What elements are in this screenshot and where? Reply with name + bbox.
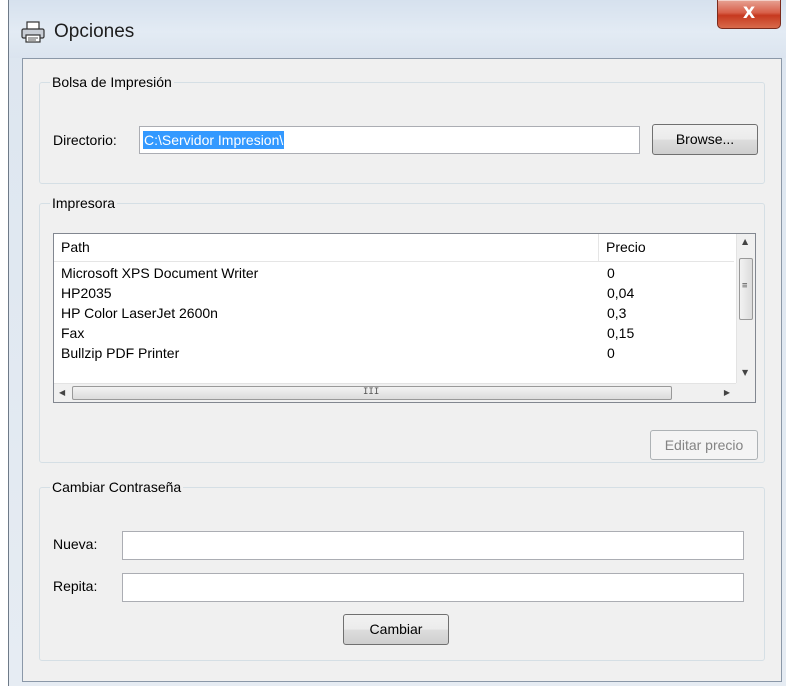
row-precio: 0 [607, 345, 615, 361]
row-precio: 0 [607, 265, 615, 281]
scroll-corner [736, 383, 755, 402]
password-legend: Cambiar Contraseña [52, 479, 182, 495]
cambiar-button-label: Cambiar [369, 621, 423, 637]
printer-icon [21, 21, 45, 43]
repita-password-field[interactable] [122, 573, 744, 602]
row-path: Bullzip PDF Printer [61, 345, 180, 361]
row-path: HP2035 [61, 285, 112, 301]
vertical-scrollbar[interactable]: ▲ ≡ ▼ [736, 234, 755, 384]
row-precio: 0,15 [607, 325, 635, 341]
title-bar[interactable]: Opciones X [9, 0, 786, 58]
scroll-right-icon[interactable]: ▶ [724, 388, 730, 397]
editar-precio-label: Editar precio [664, 437, 744, 453]
column-header-path[interactable]: Path [54, 234, 599, 261]
directorio-label: Directorio: [53, 132, 117, 148]
cambiar-button[interactable]: Cambiar [343, 614, 449, 645]
grip-icon: III [363, 387, 380, 397]
nueva-label: Nueva: [53, 536, 98, 552]
row-precio: 0,04 [607, 285, 635, 301]
directorio-input[interactable]: C:\Servidor Impresion\ [139, 126, 640, 154]
window-title: Opciones [54, 21, 135, 42]
vertical-scroll-thumb[interactable]: ≡ [739, 258, 753, 320]
close-icon: X [742, 3, 756, 22]
browse-button[interactable]: Browse... [652, 124, 758, 155]
repita-label: Repita: [53, 578, 98, 594]
table-row[interactable]: Bullzip PDF Printer 0 [54, 343, 734, 363]
close-button[interactable]: X [717, 0, 781, 29]
directorio-value: C:\Servidor Impresion\ [143, 131, 285, 149]
table-row[interactable]: Fax 0,15 [54, 323, 734, 343]
table-row[interactable]: HP Color LaserJet 2600n 0,3 [54, 303, 734, 323]
scroll-up-icon[interactable]: ▲ [742, 237, 748, 246]
printer-list[interactable]: Path Precio Microsoft XPS Document Write… [53, 233, 756, 403]
scroll-down-icon[interactable]: ▼ [742, 368, 748, 377]
print-queue-legend: Bolsa de Impresión [52, 74, 172, 90]
options-window: Opciones X Bolsa de Impresión Directorio… [8, 0, 786, 686]
browse-button-label: Browse... [675, 131, 735, 147]
password-group: Cambiar Contraseña Nueva: Repita: Cambia… [39, 479, 765, 661]
row-path: Microsoft XPS Document Writer [61, 265, 259, 281]
row-path: Fax [61, 325, 85, 341]
dialog-client-area: Bolsa de Impresión Directorio: C:\Servid… [22, 58, 782, 682]
row-precio: 0,3 [607, 305, 627, 321]
editar-precio-button[interactable]: Editar precio [650, 430, 758, 460]
horizontal-scroll-thumb[interactable]: III [72, 386, 672, 400]
scroll-left-icon[interactable]: ◀ [59, 388, 65, 397]
printer-list-header: Path Precio [54, 234, 734, 262]
printer-group: Impresora Path Precio Microsoft XPS Docu… [39, 195, 765, 463]
grip-icon: ≡ [742, 281, 748, 291]
table-row[interactable]: Microsoft XPS Document Writer 0 [54, 263, 734, 283]
horizontal-scrollbar[interactable]: ◀ III ▶ [54, 383, 736, 402]
table-row[interactable]: HP2035 0,04 [54, 283, 734, 303]
printer-legend: Impresora [52, 195, 116, 211]
nueva-password-field[interactable] [122, 531, 744, 560]
row-path: HP Color LaserJet 2600n [61, 305, 218, 321]
print-queue-group: Bolsa de Impresión Directorio: C:\Servid… [39, 74, 765, 184]
column-header-precio[interactable]: Precio [599, 234, 734, 261]
